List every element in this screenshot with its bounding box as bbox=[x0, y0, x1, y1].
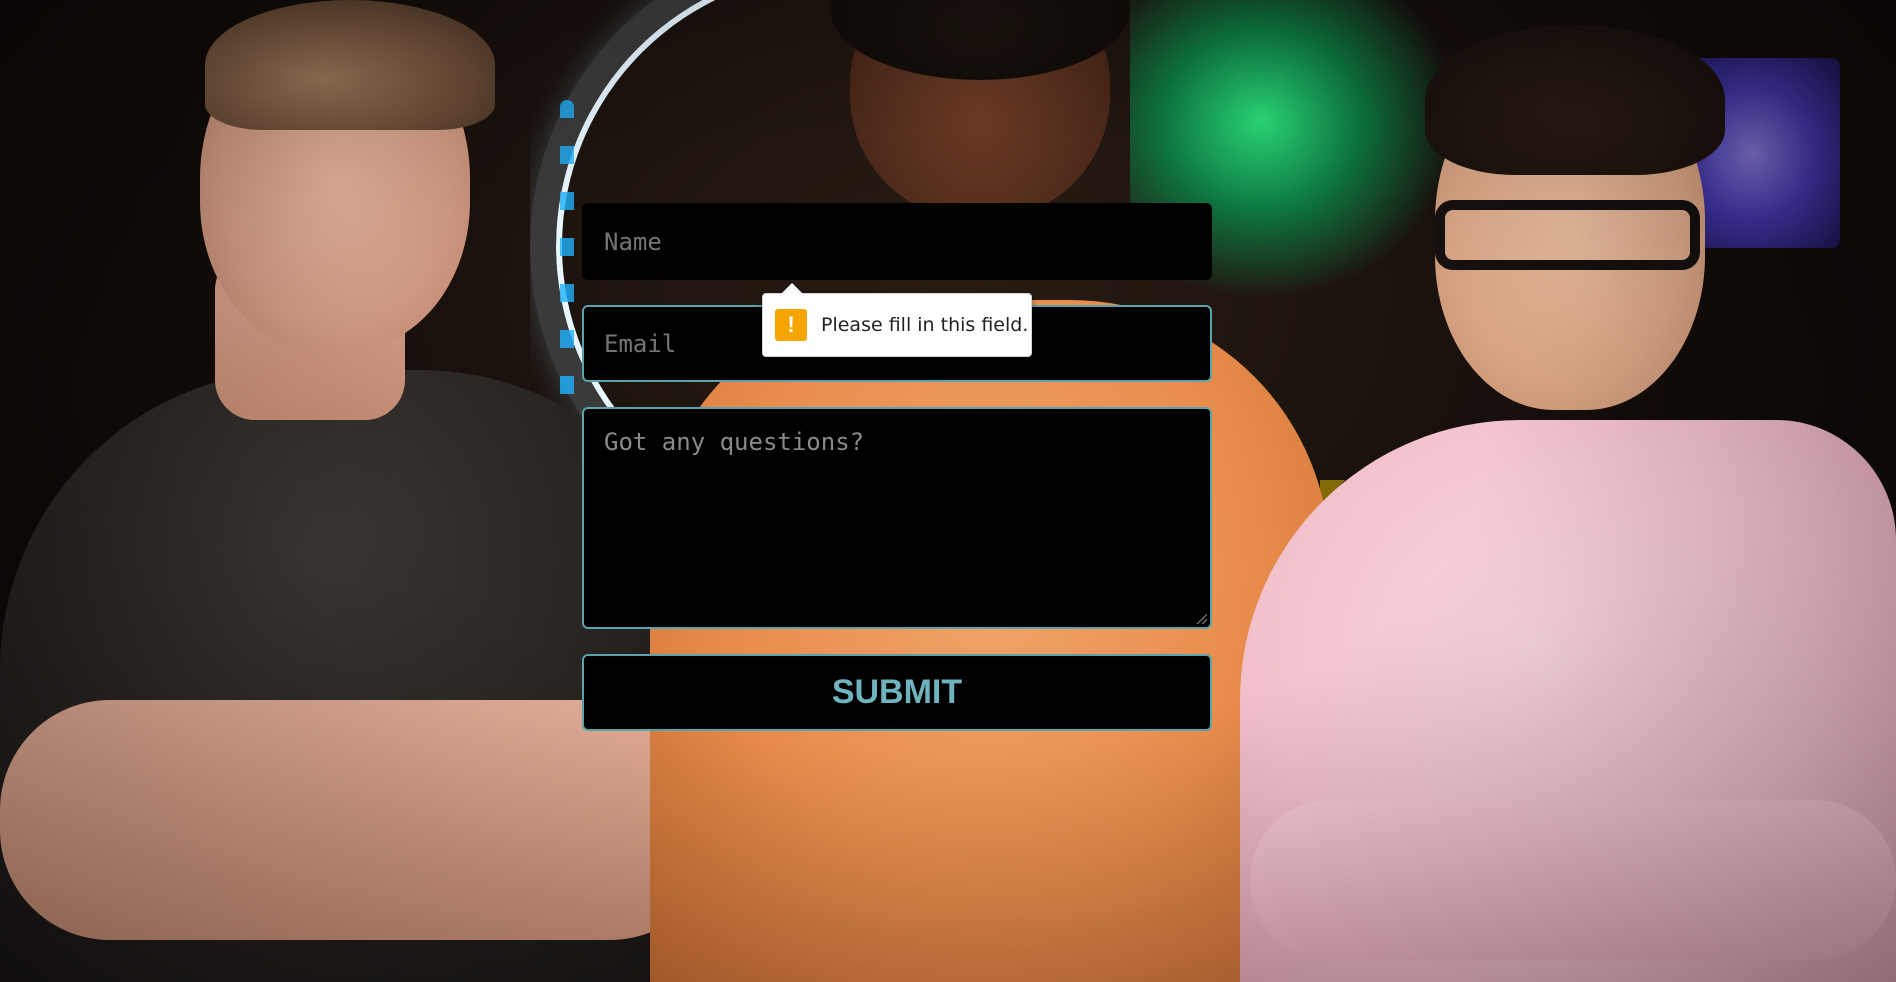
warning-icon: ! bbox=[775, 309, 807, 341]
contact-page: Got any questions? SUBMIT ! Please fill … bbox=[0, 0, 1896, 982]
questions-placeholder: Got any questions? bbox=[604, 428, 865, 456]
validation-tooltip: ! Please fill in this field. bbox=[762, 283, 1032, 357]
submit-button[interactable]: SUBMIT bbox=[582, 654, 1212, 731]
name-field[interactable] bbox=[582, 203, 1212, 280]
contact-form: Got any questions? SUBMIT bbox=[582, 203, 1212, 731]
resize-handle[interactable] bbox=[1197, 614, 1207, 624]
tooltip-arrow bbox=[781, 283, 803, 294]
questions-textarea[interactable]: Got any questions? bbox=[582, 407, 1212, 629]
validation-message: Please fill in this field. bbox=[821, 314, 1029, 336]
